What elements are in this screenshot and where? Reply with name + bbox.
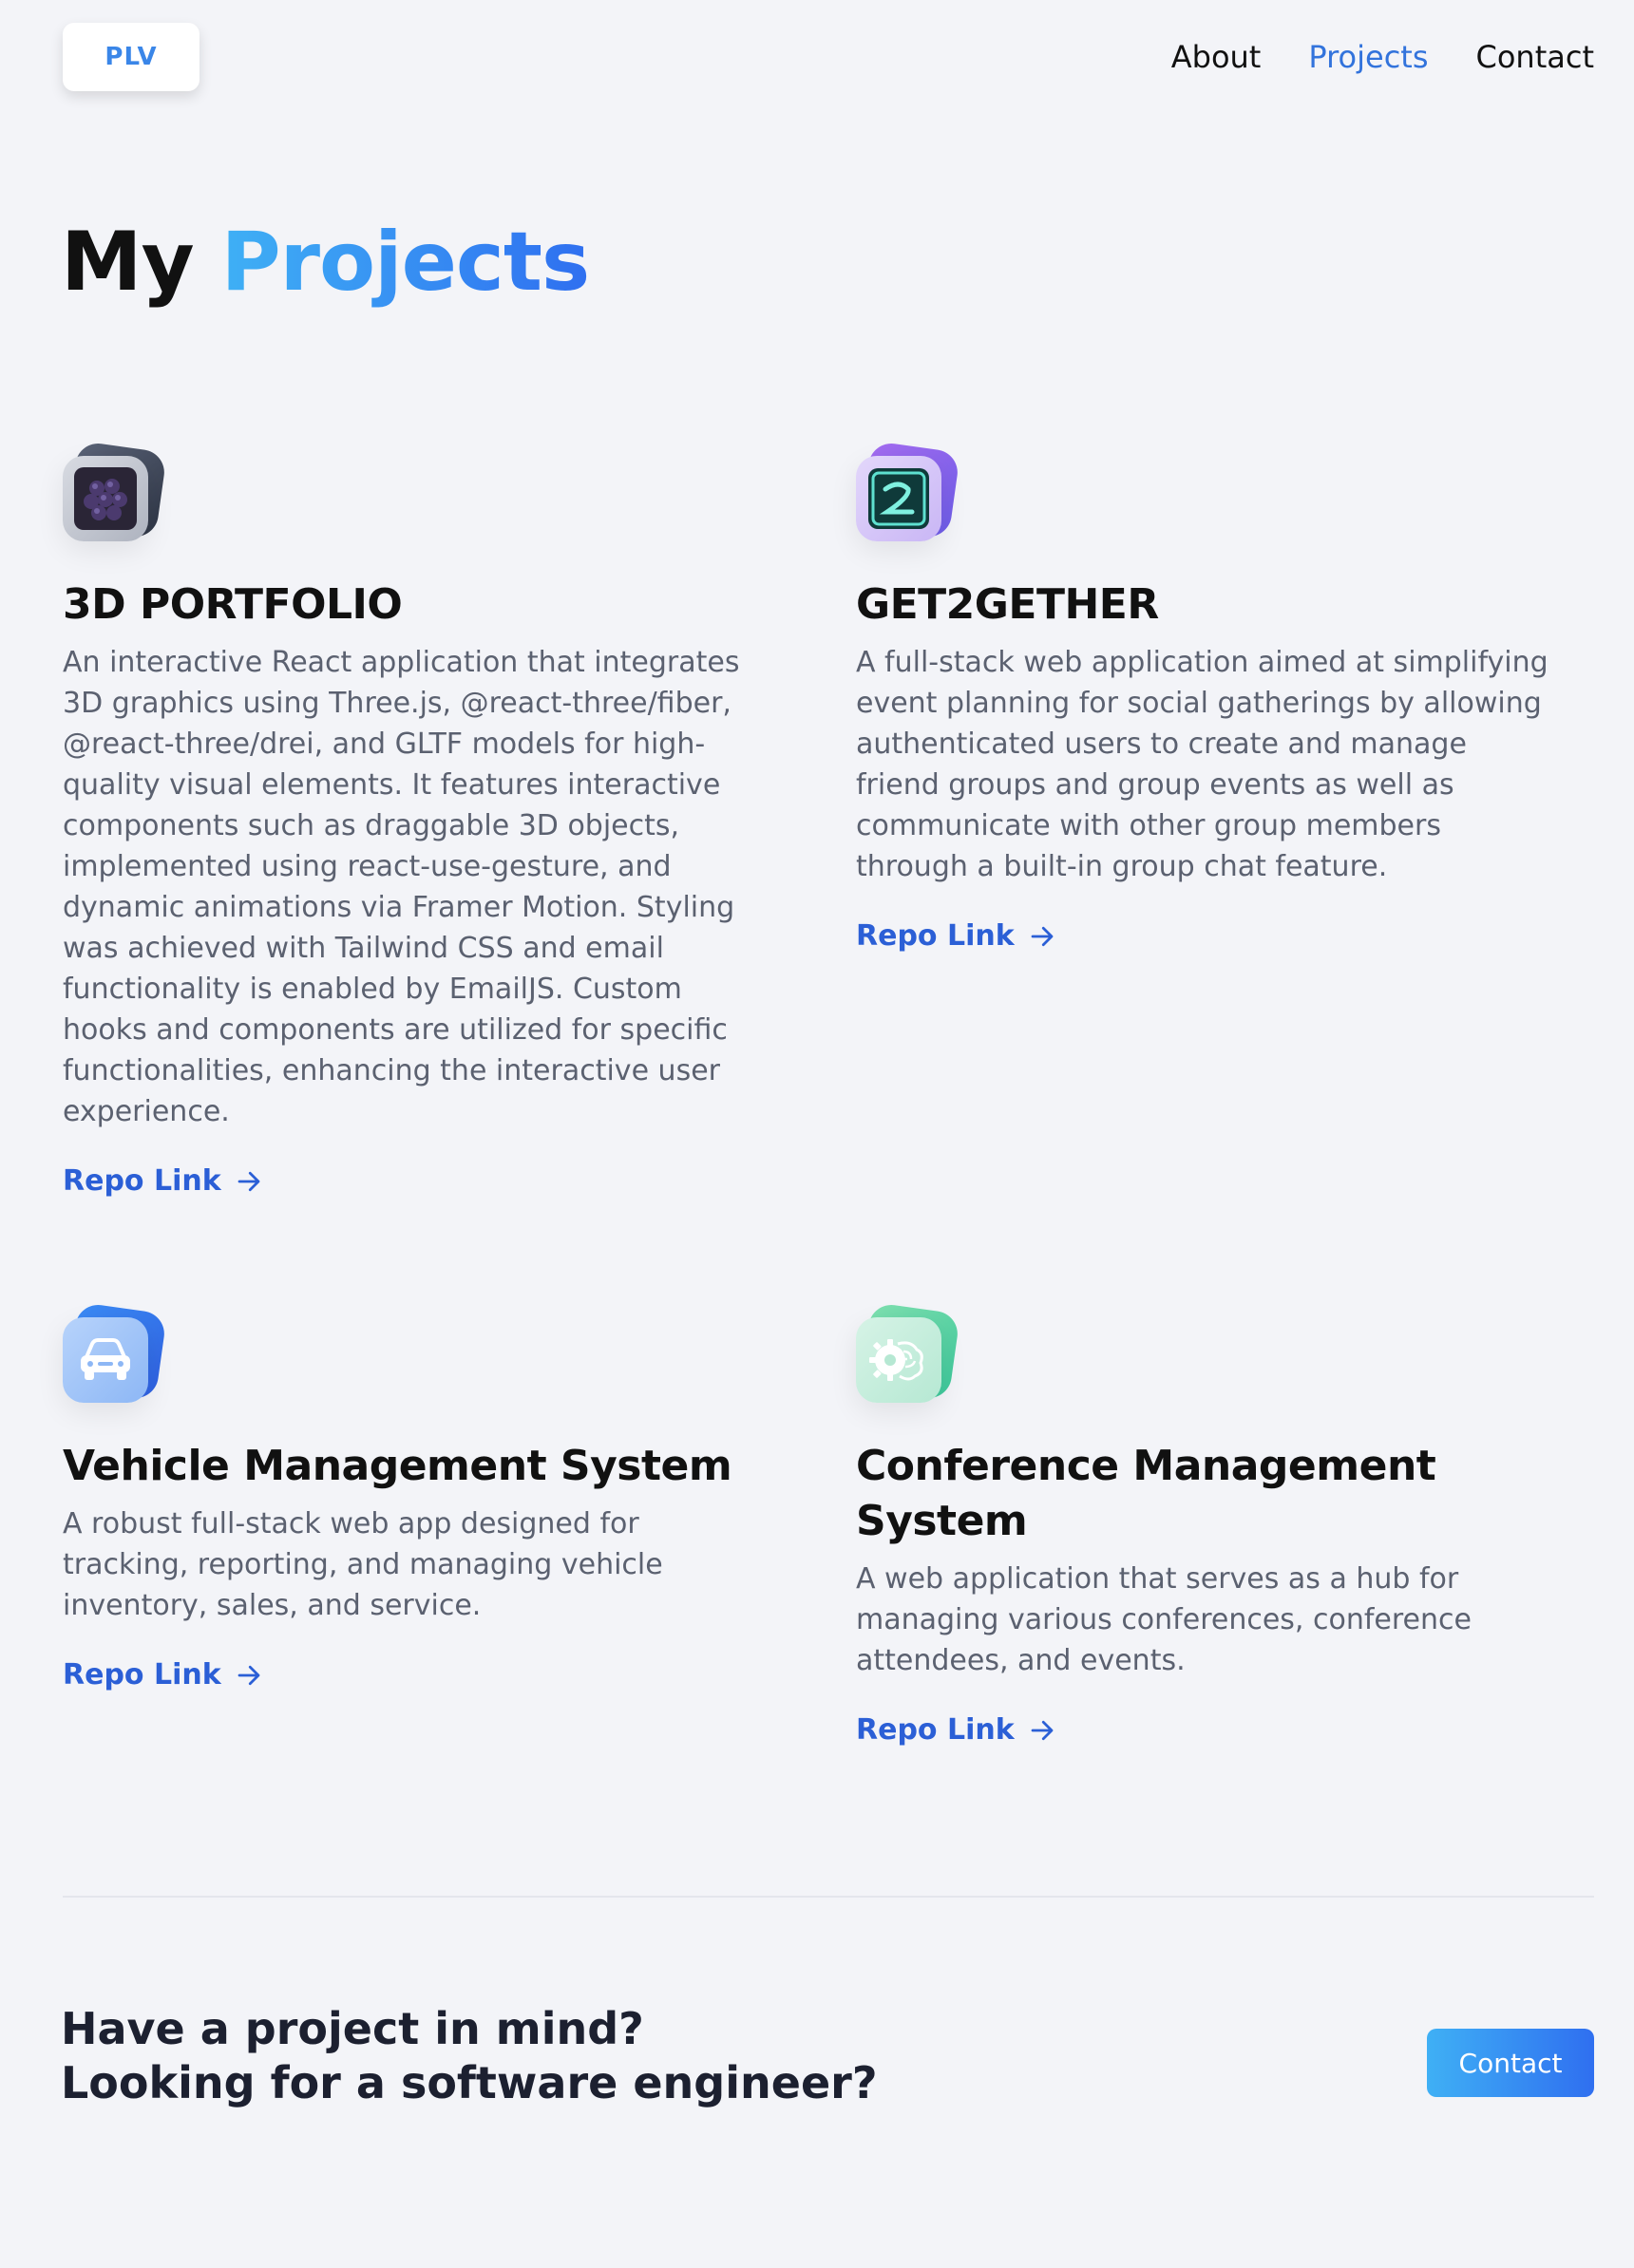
brain-gear-icon — [856, 1317, 941, 1403]
project-card-conference-management: Conference Management System A web appli… — [856, 1301, 1521, 1747]
project-card-vehicle-management: Vehicle Management System A robust full-… — [63, 1301, 756, 1692]
project-title: GET2GETHER — [856, 580, 1159, 629]
repo-link[interactable]: Repo Link — [856, 919, 1056, 953]
repo-link-label: Repo Link — [63, 1658, 221, 1692]
arrow-right-icon — [238, 1665, 260, 1685]
section-divider — [63, 1896, 1594, 1898]
repo-link[interactable]: Repo Link — [856, 1713, 1056, 1747]
project-title: 3D PORTFOLIO — [63, 580, 403, 629]
contact-button[interactable]: Contact — [1427, 2029, 1594, 2097]
project-card-3d-portfolio: 3D PORTFOLIO An interactive React applic… — [63, 440, 756, 1198]
site-header: PLV About Projects Contact — [63, 23, 1594, 91]
project-description: A robust full-stack web app designed for… — [63, 1507, 663, 1622]
project-title: Conference Management System — [856, 1442, 1436, 1545]
main-nav: About Projects Contact — [1171, 39, 1594, 75]
repo-link[interactable]: Repo Link — [63, 1658, 263, 1692]
project-icon-container — [63, 1301, 167, 1403]
project-description: A web application that serves as a hub f… — [856, 1562, 1472, 1677]
repo-link[interactable]: Repo Link — [63, 1164, 263, 1198]
repo-link-label: Repo Link — [63, 1164, 221, 1198]
page-title-my: My — [61, 215, 195, 310]
car-icon — [63, 1317, 148, 1403]
logo[interactable]: PLV — [63, 23, 200, 91]
arrow-right-icon — [238, 1171, 260, 1191]
page-title: My Projects — [61, 215, 591, 310]
arrow-right-icon — [1031, 926, 1054, 946]
page-title-projects: Projects — [220, 215, 591, 310]
nav-contact[interactable]: Contact — [1476, 39, 1595, 75]
nav-projects[interactable]: Projects — [1308, 39, 1428, 75]
project-icon-container — [856, 440, 960, 541]
repo-link-label: Repo Link — [856, 1713, 1015, 1747]
project-title: Vehicle Management System — [63, 1442, 732, 1490]
project-description: An interactive React application that in… — [63, 646, 740, 1128]
cta-line-1: Have a project in mind? — [61, 2003, 644, 2054]
cta-text: Have a project in mind? Looking for a so… — [61, 2002, 878, 2110]
project-description: A full-stack web application aimed at si… — [856, 646, 1548, 883]
arrow-right-icon — [1031, 1720, 1054, 1740]
project-icon-container — [856, 1301, 960, 1403]
cta-line-2: Looking for a software engineer? — [61, 2057, 878, 2108]
g2-logo-icon — [856, 456, 941, 541]
nav-about[interactable]: About — [1171, 39, 1262, 75]
project-card-get2gether: GET2GETHER A full-stack web application … — [856, 440, 1549, 953]
blackberry-3d-icon — [63, 456, 148, 541]
project-icon-container — [63, 440, 167, 541]
repo-link-label: Repo Link — [856, 919, 1015, 953]
